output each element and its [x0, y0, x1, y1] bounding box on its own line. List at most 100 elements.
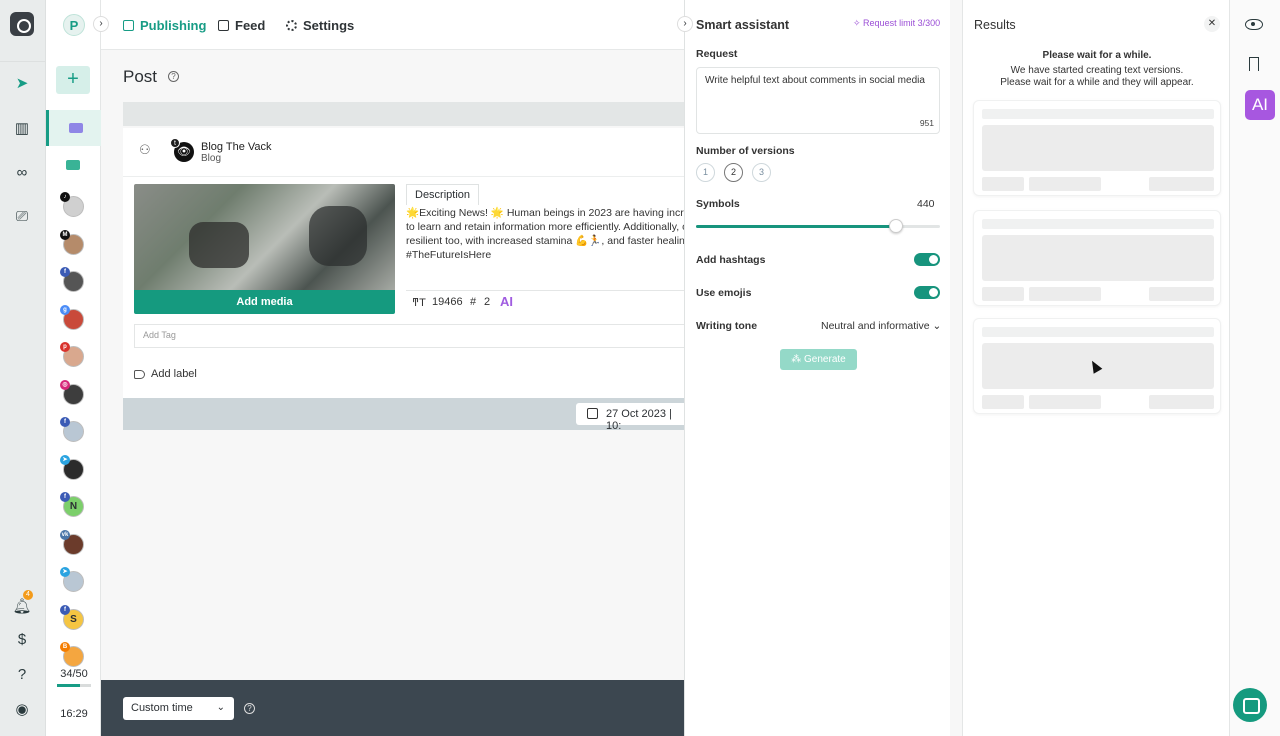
description-line: 🌟Exciting News! 🌟 Human beings in 2023 a… [406, 207, 684, 219]
account-avatar-blogger[interactable]: B [60, 642, 84, 667]
tone-value: Neutral and informative [821, 320, 930, 332]
result-placeholder [973, 210, 1221, 306]
add-tag-input[interactable]: Add Tag [134, 324, 684, 348]
account-avatar-medium[interactable]: M [60, 229, 84, 255]
schedule-date-field[interactable]: 27 Oct 2023 | 10: [576, 403, 684, 432]
top-tab-bar: Publishing Feed Settings [101, 0, 684, 50]
post-image[interactable] [134, 184, 395, 290]
request-remaining-count: 951 [919, 118, 934, 128]
tab-settings[interactable]: Settings [286, 18, 354, 33]
ai-tool-button[interactable]: AI [1245, 90, 1275, 120]
wait-message: We have started creating text versions. [1010, 65, 1184, 76]
analytics-nav-icon[interactable]: ▥ [11, 117, 33, 139]
collapse-panel-chevron-icon[interactable]: › [677, 16, 693, 32]
account-avatar-instagram[interactable]: ◎ [60, 379, 84, 405]
generate-button[interactable]: ⁂ Generate [780, 349, 857, 370]
emojis-label: Use emojis [696, 287, 752, 299]
account-avatar-facebook[interactable]: fS [60, 604, 84, 630]
text-size-icon: ͳT [412, 297, 426, 309]
account-avatar-pinterest[interactable]: p [60, 342, 84, 367]
add-media-button[interactable]: Add media [134, 290, 395, 314]
account-avatar-vk[interactable]: vk [60, 529, 84, 555]
question-icon[interactable]: ? [244, 703, 255, 714]
post-card: ⚇ 👁︎ t Blog The Vack Blog Add media Descr… [123, 128, 684, 398]
request-label: Request [696, 48, 738, 60]
tab-settings-label: Settings [303, 18, 355, 33]
help-icon[interactable]: ? [11, 663, 33, 685]
google-icon: g [60, 304, 70, 315]
result-placeholder [973, 100, 1221, 196]
folder-icon [69, 123, 83, 133]
description-tab[interactable]: Description [406, 184, 480, 205]
billing-icon[interactable]: $ [11, 628, 33, 650]
add-label-button[interactable]: Add label [134, 368, 197, 380]
chevron-down-icon: ⌄ [932, 320, 942, 332]
tone-select[interactable]: Neutral and informative ⌄ [821, 320, 941, 332]
account-avatar-facebook[interactable]: f [60, 417, 84, 442]
folder-item[interactable] [46, 147, 101, 183]
account-avatar: 👁︎ t [170, 138, 194, 162]
version-option[interactable]: 3 [752, 163, 771, 182]
folder-item[interactable] [46, 110, 101, 146]
eye-icon[interactable] [1245, 19, 1263, 30]
wait-title: Please wait for a while. [1042, 50, 1152, 61]
calendar-icon [123, 20, 134, 31]
main-nav-rail: ➤ ▥ ∞ ⎚ 🔔︎ 4 $ ? ◉ [0, 0, 46, 736]
versions-selector: 1 2 3 [696, 163, 771, 182]
question-icon[interactable]: ? [168, 71, 179, 82]
grid-icon [218, 20, 229, 31]
request-textarea[interactable]: Write helpful text about comments in soc… [696, 67, 940, 134]
add-post-button[interactable]: + [56, 66, 90, 94]
time-mode-select[interactable]: Custom time ⌄ [123, 697, 234, 720]
folder-icon [66, 160, 80, 170]
account-avatar-google[interactable]: g [60, 304, 84, 330]
medium-icon: M [60, 229, 70, 240]
publishing-nav-icon[interactable]: ➤ [11, 72, 33, 94]
description-text[interactable]: 🌟Exciting News! 🌟 Human beings in 2023 a… [406, 206, 684, 290]
add-user-icon[interactable]: ⚇ [139, 142, 155, 157]
symbols-label: Symbols [696, 198, 740, 210]
wait-message: Please wait for a while and they will ap… [1000, 77, 1194, 88]
magic-wand-icon: ⁂ [791, 354, 805, 365]
bookmark-icon[interactable] [1249, 57, 1259, 71]
facebook-icon: f [60, 492, 70, 502]
chat-support-button[interactable] [1233, 688, 1267, 722]
description-line: #TheFutureIsHere [406, 249, 492, 261]
usage-counter-text: 34/50 [60, 668, 88, 680]
tab-feed[interactable]: Feed [218, 18, 265, 33]
links-nav-icon[interactable]: ∞ [11, 161, 33, 183]
calendar-icon [587, 408, 598, 419]
account-avatar-telegram[interactable]: ➤ [60, 567, 84, 592]
project-avatar[interactable]: P [63, 14, 85, 36]
usage-progress-bar [57, 684, 91, 687]
add-label-text: Add label [151, 368, 197, 380]
tab-feed-label: Feed [235, 18, 266, 33]
gear-icon [286, 20, 297, 31]
hashtags-toggle[interactable] [914, 253, 940, 266]
version-option-selected[interactable]: 2 [724, 163, 743, 182]
tab-publishing[interactable]: Publishing [123, 18, 206, 33]
close-icon[interactable]: ✕ [1204, 16, 1220, 32]
account-avatar-telegram[interactable]: ➤ [60, 454, 84, 480]
right-tool-rail: AI [1230, 0, 1280, 736]
schedule-date-text: 27 Oct 2023 | 10: [606, 408, 672, 432]
ai-assistant-button[interactable]: AI [500, 294, 513, 309]
account-avatar-facebook[interactable]: f [60, 267, 84, 292]
monitoring-nav-icon[interactable]: ⎚ [11, 205, 33, 227]
version-option[interactable]: 1 [696, 163, 715, 182]
assistant-title: Smart assistant [696, 18, 790, 32]
account-avatar-facebook[interactable]: fN [60, 492, 84, 517]
page-title-text: Post [123, 67, 158, 86]
current-time: 16:29 [60, 708, 88, 720]
account-avatar-tiktok[interactable]: ♪ [60, 192, 84, 217]
slider-handle[interactable] [889, 219, 904, 233]
tone-label: Writing tone [696, 320, 758, 332]
profile-icon[interactable]: ◉ [11, 698, 33, 720]
app-logo-icon[interactable] [10, 12, 34, 36]
expand-accounts-chevron-icon[interactable]: › [93, 16, 109, 32]
facebook-icon: f [60, 417, 70, 427]
bottom-action-bar: Custom time ⌄ ? [101, 680, 684, 736]
symbols-slider[interactable] [696, 219, 940, 233]
hashtag-icon[interactable]: # [470, 296, 476, 308]
emojis-toggle[interactable] [914, 286, 940, 299]
